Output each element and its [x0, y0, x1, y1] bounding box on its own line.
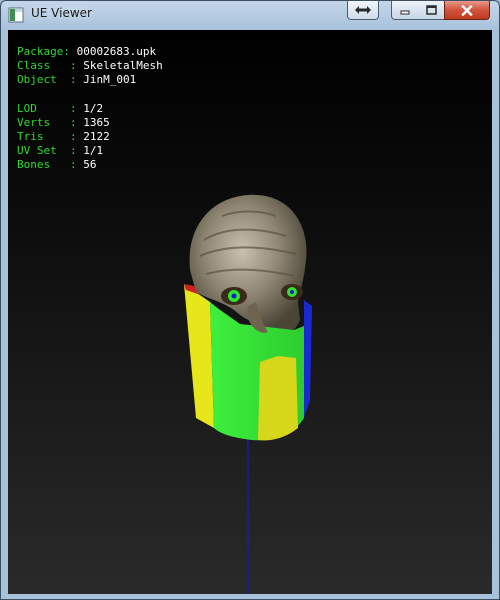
- verts-label: Verts: [17, 116, 51, 129]
- title-bar[interactable]: UE Viewer: [1, 1, 499, 29]
- maximize-button[interactable]: [418, 1, 445, 20]
- package-label: Package: [17, 45, 64, 58]
- body-yellow-left: [184, 284, 214, 428]
- info-lod: LOD : 1/2: [17, 102, 104, 115]
- info-uvset: UV Set : 1/1: [17, 144, 104, 157]
- window-title: UE Viewer: [31, 6, 92, 20]
- object-value: JinM_001: [83, 73, 137, 86]
- info-object: Object : JinM_001: [17, 73, 137, 86]
- 3d-viewport[interactable]: Package: 00002683.upk Class : SkeletalMe…: [8, 30, 492, 594]
- tris-value: 2122: [83, 130, 110, 143]
- info-tris: Tris : 2122: [17, 130, 110, 143]
- bones-value: 56: [83, 158, 97, 171]
- lod-label: LOD: [17, 102, 37, 115]
- swap-button[interactable]: [347, 1, 379, 20]
- info-bones: Bones : 56: [17, 158, 97, 171]
- uvset-label: UV Set: [17, 144, 57, 157]
- class-value: SkeletalMesh: [83, 59, 163, 72]
- tris-label: Tris: [17, 130, 44, 143]
- info-verts: Verts : 1365: [17, 116, 110, 129]
- minimize-icon: [400, 10, 410, 15]
- lod-value: 1/2: [83, 102, 104, 115]
- app-icon: [8, 7, 24, 23]
- bones-label: Bones: [17, 158, 51, 171]
- minimize-button[interactable]: [391, 1, 419, 20]
- info-class: Class : SkeletalMesh: [17, 59, 163, 72]
- uvset-value: 1/1: [83, 144, 104, 157]
- info-package: Package: 00002683.upk: [17, 45, 157, 58]
- package-value: 00002683.upk: [76, 45, 157, 58]
- object-label: Object: [17, 73, 57, 86]
- maximize-icon: [425, 5, 437, 15]
- swap-icon: [355, 6, 371, 14]
- mesh-info-panel: Package: 00002683.upk Class : SkeletalMe…: [17, 45, 163, 172]
- close-icon: [461, 4, 473, 16]
- app-window: UE Viewer Package: 00002683.upk Class: …: [0, 0, 500, 600]
- body-yellow-right: [258, 356, 298, 441]
- body-blue-edge: [304, 300, 312, 418]
- verts-value: 1365: [83, 116, 110, 129]
- class-label: Class: [17, 59, 51, 72]
- close-button[interactable]: [444, 1, 490, 20]
